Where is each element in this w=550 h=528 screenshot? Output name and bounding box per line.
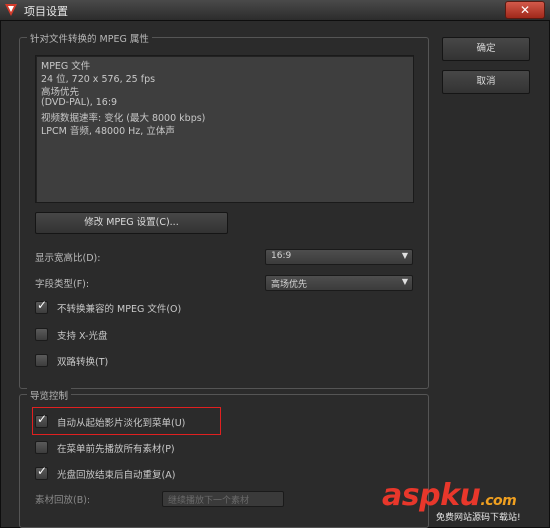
info-line: MPEG 文件 (41, 61, 91, 72)
close-button[interactable]: ✕ (505, 1, 545, 19)
no-convert-mpeg-label[interactable]: 不转换兼容的 MPEG 文件(O) (57, 301, 181, 315)
checkmark-icon: ✓ (37, 298, 48, 312)
checkmark-icon: ✓ (37, 464, 48, 478)
watermark-tagline: 免费网站源码下载站! (436, 513, 521, 523)
auto-repeat-label[interactable]: 光盘回放结束后自动重复(A) (57, 467, 175, 481)
aspect-ratio-value: 16:9 (271, 251, 292, 261)
window-title: 项目设置 (24, 5, 68, 18)
play-all-before-menu-label[interactable]: 在菜单前先播放所有素材(P) (57, 441, 175, 455)
aspect-ratio-label: 显示宽高比(D): (35, 253, 101, 264)
field-type-select[interactable]: 高场优先 ▼ (265, 275, 413, 291)
nav-group-legend: 导览控制 (27, 388, 72, 402)
support-x-disc-label[interactable]: 支持 X-光盘 (57, 328, 107, 342)
watermark-brand: aspku.com (382, 478, 517, 513)
ok-button[interactable]: 确定 (442, 37, 530, 61)
mpeg-group-legend: 针对文件转换的 MPEG 属性 (27, 31, 152, 45)
mpeg-info-box: MPEG 文件 24 位, 720 x 576, 25 fps 高场优先 (DV… (35, 55, 414, 203)
info-line: 高场优先 (41, 87, 80, 98)
play-all-before-menu-checkbox[interactable] (35, 441, 48, 454)
playback-select[interactable]: 继续播放下一个素材 (162, 491, 284, 507)
playback-value: 继续播放下一个素材 (168, 496, 250, 506)
no-convert-mpeg-checkbox[interactable]: ✓ (35, 298, 48, 314)
chevron-down-icon: ▼ (401, 277, 408, 286)
cancel-button[interactable]: 取消 (442, 70, 530, 94)
aspect-ratio-select[interactable]: 16:9 ▼ (265, 249, 413, 265)
info-line: 视频数据速率: 变化 (最大 8000 kbps) (41, 113, 206, 124)
field-type-value: 高场优先 (271, 280, 308, 290)
two-pass-label[interactable]: 双路转换(T) (57, 354, 108, 368)
auto-repeat-checkbox[interactable]: ✓ (35, 464, 48, 480)
watermark-brand-b: ku (440, 478, 481, 513)
title-bar: 项目设置 ✕ (0, 0, 550, 21)
watermark-logo: aspku.com 免费网站源码下载站! (382, 478, 521, 523)
two-pass-checkbox[interactable] (35, 354, 48, 367)
info-line: LPCM 音频, 48000 Hz, 立体声 (41, 126, 175, 137)
field-type-label: 字段类型(F): (35, 279, 90, 290)
support-x-disc-checkbox[interactable] (35, 328, 48, 341)
chevron-down-icon: ▼ (401, 251, 408, 260)
dialog-body: 针对文件转换的 MPEG 属性 MPEG 文件 24 位, 720 x 576,… (0, 20, 550, 528)
highlight-box (32, 407, 221, 435)
watermark-brand-tld: .com (480, 493, 517, 509)
info-line: (DVD-PAL), 16:9 (41, 97, 118, 108)
app-logo-icon (5, 4, 17, 16)
info-line: 24 位, 720 x 576, 25 fps (41, 74, 156, 85)
watermark-brand-a: asp (382, 478, 441, 513)
modify-mpeg-settings-button[interactable]: 修改 MPEG 设置(C)... (35, 212, 228, 234)
playback-label: 素材回放(B): (35, 495, 91, 506)
